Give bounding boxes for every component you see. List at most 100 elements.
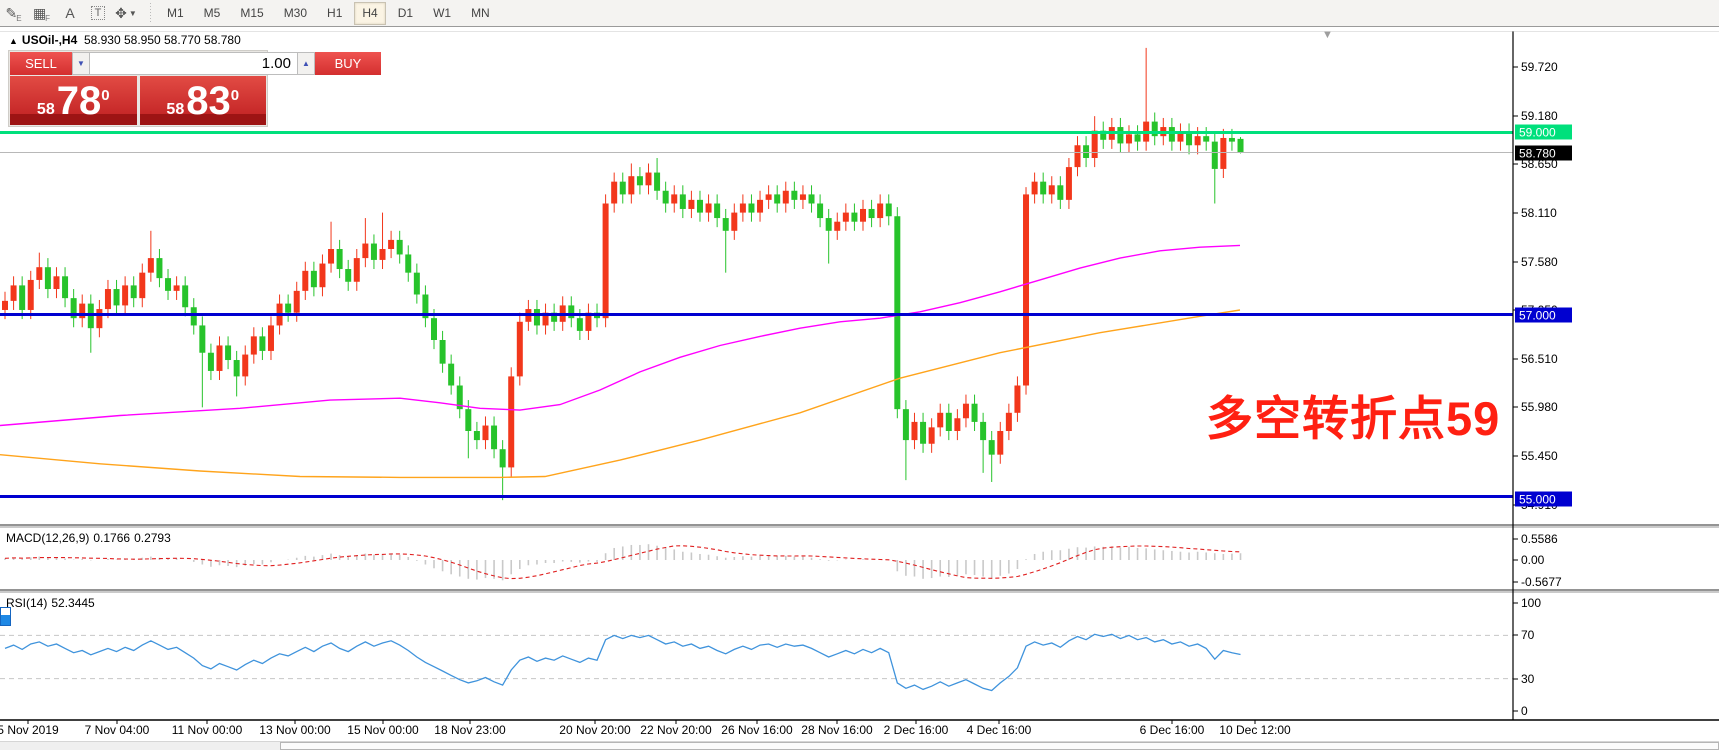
candle-body [1212,142,1218,169]
candle-body [997,431,1003,455]
candle-body [1049,185,1055,194]
price-axis-label: 58.110 [1521,206,1557,220]
candle-body [783,191,789,204]
date-axis-label: 28 Nov 16:00 [801,723,872,737]
price-axis-label: 59.720 [1521,60,1558,74]
candle-body [285,304,291,313]
candle-body [165,278,171,291]
sell-button[interactable]: SELL [10,52,72,75]
candle-body [440,340,446,364]
timeframe-h4[interactable]: H4 [354,2,385,25]
candle-body [1117,127,1123,143]
date-axis-label: 4 Dec 16:00 [967,723,1032,737]
candle-body [465,409,471,431]
volume-decrease-button[interactable]: ▼ [72,52,90,75]
candle-body [954,418,960,431]
grid-icon[interactable]: ▦F [30,2,54,24]
date-axis-label: 7 Nov 04:00 [85,723,150,737]
collapse-panel-icon[interactable]: ▲ [9,36,18,46]
date-axis-label: 26 Nov 16:00 [721,723,792,737]
candle-body [860,209,866,222]
candle-body [791,191,797,200]
timeframe-buttons: M1M5M15M30H1H4D1W1MN [157,2,500,25]
indicator-drag-icon[interactable] [0,607,11,626]
price-tag: 58.780 [1515,146,1572,161]
timeframe-h1[interactable]: H1 [319,2,350,25]
timeframe-m30[interactable]: M30 [276,2,315,25]
sell-price-pip: 0 [101,87,109,104]
candle-body [774,194,780,203]
candle-body [714,204,720,219]
label-icon[interactable]: T [86,2,110,24]
volume-input[interactable] [90,52,297,75]
date-axis-label: 11 Nov 00:00 [172,723,243,737]
date-axis-label: 22 Nov 20:00 [640,723,711,737]
candle-body [508,376,514,467]
trading-terminal: ✎E▦FAT✥▼ M1M5M15M30H1H4D1W1MN ▲USOil-,H4… [0,0,1719,750]
timeframe-m1[interactable]: M1 [159,2,192,25]
toolbar-separator [148,3,153,23]
candle-body [646,173,652,186]
candle-body [834,222,840,231]
candle-body [1238,139,1244,153]
scrollbar-thumb[interactable] [280,742,1719,750]
volume-increase-button[interactable]: ▲ [297,52,315,75]
candle-body [251,336,257,354]
horizontal-scrollbar[interactable] [0,741,1719,750]
candle-body [1006,413,1012,431]
candle-body [731,213,737,231]
sell-price-display[interactable]: 58780 [10,76,137,125]
candle-body [11,285,17,300]
candle-body [877,204,883,219]
draw-tools-icon[interactable]: ✎E [2,2,26,24]
candle-body [620,182,626,195]
candle-body [242,355,248,377]
timeframe-m5[interactable]: M5 [196,2,229,25]
candle-body [53,276,59,289]
autoscroll-marker-icon[interactable]: ▼ [1322,29,1333,41]
candle-body [603,204,609,319]
candle-body [671,194,677,203]
buy-price-pip: 0 [231,87,239,104]
timeframe-w1[interactable]: W1 [425,2,459,25]
candle-body [989,440,995,455]
candle-body [929,427,935,443]
candle-body [534,309,540,325]
candle-body [637,176,643,185]
price-axis-label: 57.580 [1521,255,1558,269]
candle-body [302,271,308,291]
candle-body [903,409,909,440]
ohlc-readout: 58.930 58.950 58.770 58.780 [84,33,241,47]
candle-body [491,426,497,450]
candle-body [217,345,223,370]
candle-body [577,318,583,331]
candle-body [174,285,180,290]
candle-body [36,267,42,280]
candle-body [766,194,772,199]
candle-body [869,209,875,218]
date-axis-label: 2 Dec 16:00 [884,723,949,737]
sell-price-main: 78 [57,85,102,118]
candle-body [851,213,857,222]
macd-label: MACD(12,26,9)0.17660.2793 [6,531,171,545]
candle-body [328,249,334,264]
macd-axis-label: 0.00 [1521,553,1544,567]
candle-body [96,309,102,328]
candle-body [911,422,917,440]
candle-body [1092,131,1098,158]
buy-price-display[interactable]: 58830 [140,76,267,125]
candle-body [920,422,926,444]
timeframe-m15[interactable]: M15 [232,2,271,25]
candle-body [1229,138,1235,142]
text-icon[interactable]: A [58,2,82,24]
candle-body [414,273,420,295]
candle-body [611,182,617,204]
timeframe-d1[interactable]: D1 [390,2,421,25]
shapes-icon[interactable]: ✥▼ [114,2,138,24]
candle-body [972,404,978,422]
candle-body [1220,138,1226,169]
price-axis-label: 56.510 [1521,352,1558,366]
timeframe-mn[interactable]: MN [463,2,498,25]
buy-button[interactable]: BUY [315,52,381,75]
candle-body [1014,386,1020,413]
